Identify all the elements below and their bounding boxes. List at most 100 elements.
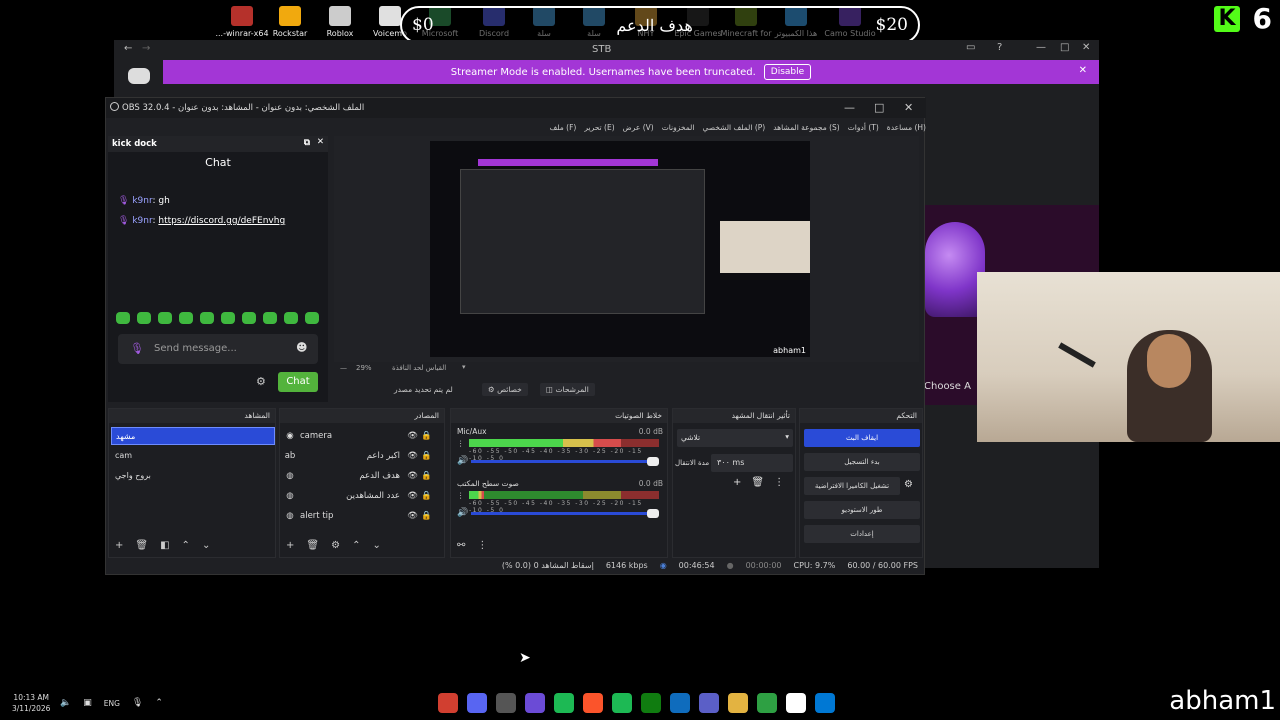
disable-streamer-mode-button[interactable]: Disable — [763, 64, 812, 80]
trash-icon[interactable]: 🗑 — [306, 540, 319, 554]
eye-icon[interactable]: 👁 — [407, 431, 418, 441]
emote-icon[interactable] — [263, 312, 277, 324]
start-recording-button[interactable]: بدء التسجيل — [804, 453, 920, 471]
start-virtual-camera-button[interactable]: تشغيل الكاميرا الافتراضية — [804, 477, 900, 495]
language-indicator[interactable]: ENG — [104, 698, 120, 708]
scene-item[interactable]: بروح واجي — [111, 467, 275, 485]
desktop-icon[interactable]: Roblox — [312, 6, 368, 38]
lock-icon[interactable]: 🔒 — [421, 491, 432, 501]
emote-icon[interactable] — [158, 312, 172, 324]
emote-icon[interactable] — [137, 312, 151, 324]
duration-stepper[interactable]: ٣٠٠ ms — [711, 454, 793, 472]
add-icon[interactable]: + — [733, 477, 741, 488]
discord-home-icon[interactable] — [128, 68, 150, 84]
studio-mode-button[interactable]: طور الاستوديو — [804, 501, 920, 519]
taskbar-app-icon[interactable] — [583, 693, 603, 713]
taskbar-app-icon[interactable] — [815, 693, 835, 713]
taskbar-app-icon[interactable] — [728, 693, 748, 713]
dock-close-icon[interactable]: ✕ — [317, 137, 324, 147]
taskbar-app-icon[interactable] — [438, 693, 458, 713]
lock-icon[interactable]: 🔒 — [421, 431, 432, 441]
taskbar-app-icon[interactable] — [525, 693, 545, 713]
network-icon[interactable]: ▣ — [83, 698, 92, 708]
transition-select[interactable]: تلاشي ▾ — [677, 429, 793, 447]
lock-icon[interactable]: 🔒 — [421, 451, 432, 461]
channel-menu-icon[interactable]: ⋮ — [457, 439, 465, 448]
settings-button[interactable]: إعدادات — [804, 525, 920, 543]
volume-slider-knob[interactable] — [647, 457, 659, 466]
move-down-icon[interactable]: ⌄ — [202, 540, 210, 554]
emote-icon[interactable] — [242, 312, 256, 324]
obs-maximize-icon[interactable]: □ — [874, 101, 884, 114]
chat-send-button[interactable]: Chat — [278, 372, 318, 392]
eye-icon[interactable]: 👁 — [407, 511, 418, 521]
emote-icon[interactable] — [179, 312, 193, 324]
taskbar-app-icon[interactable] — [757, 693, 777, 713]
link-icon[interactable]: ⚯ — [457, 540, 465, 554]
eye-icon[interactable]: 👁 — [407, 491, 418, 501]
volume-slider[interactable] — [471, 509, 659, 518]
back-arrow-icon[interactable]: ← — [124, 43, 132, 54]
taskbar-app-icon[interactable] — [612, 693, 632, 713]
lock-icon[interactable]: 🔒 — [421, 471, 432, 481]
chat-settings-gear-icon[interactable]: ⚙ — [256, 375, 266, 388]
menu-item[interactable]: مساعدة (H) — [887, 123, 926, 132]
add-icon[interactable]: + — [286, 540, 294, 554]
source-item[interactable]: ◍ عدد المشاهدين 👁 🔒 — [284, 487, 440, 505]
emoji-icon[interactable]: ☻ — [296, 341, 307, 354]
taskbar-app-icon[interactable] — [496, 693, 516, 713]
zoom-out-icon[interactable]: — — [340, 364, 347, 372]
speaker-icon[interactable]: 🔊 — [457, 456, 468, 466]
emote-icon[interactable] — [200, 312, 214, 324]
taskbar-app-icon[interactable] — [467, 693, 487, 713]
scene-item[interactable]: cam — [111, 447, 275, 465]
lock-icon[interactable]: 🔒 — [421, 511, 432, 521]
taskbar-app-icon[interactable] — [786, 693, 806, 713]
taskbar-app-icon[interactable] — [670, 693, 690, 713]
microphone-icon[interactable]: 🎙 — [132, 698, 143, 708]
choose-activity-label[interactable]: Choose A — [924, 381, 971, 392]
emote-icon[interactable] — [305, 312, 319, 324]
move-up-icon[interactable]: ⌃ — [352, 540, 360, 554]
trash-icon[interactable]: 🗑 — [751, 477, 764, 488]
minimize-icon[interactable]: — — [1036, 42, 1046, 53]
mic-icon[interactable]: 🎙 — [130, 342, 144, 355]
help-icon[interactable]: ? — [997, 42, 1002, 53]
chat-username[interactable]: k9nr — [132, 196, 152, 206]
volume-icon[interactable]: 🔈 — [60, 698, 71, 708]
obs-minimize-icon[interactable]: — — [844, 101, 855, 114]
obs-preview[interactable]: abham1 — [334, 136, 919, 362]
source-item[interactable]: ◉ camera 👁 🔒 — [284, 427, 440, 445]
chat-username[interactable]: k9nr — [132, 216, 152, 226]
send-message-input[interactable]: Send message... — [118, 334, 318, 364]
source-item[interactable]: ab اكبر داعم 👁 🔒 — [284, 447, 440, 465]
virtual-camera-gear-icon[interactable]: ⚙ — [904, 479, 913, 490]
banner-close-icon[interactable]: ✕ — [1079, 65, 1087, 76]
trash-icon[interactable]: 🗑 — [135, 540, 148, 554]
speaker-icon[interactable]: 🔊 — [457, 508, 468, 518]
menu-item[interactable]: عرض (V) — [623, 123, 654, 132]
add-icon[interactable]: + — [115, 540, 123, 554]
channel-menu-icon[interactable]: ⋮ — [457, 491, 465, 500]
taskbar-app-icon[interactable] — [699, 693, 719, 713]
move-down-icon[interactable]: ⌄ — [372, 540, 380, 554]
obs-close-icon[interactable]: ✕ — [904, 101, 913, 114]
dock-float-icon[interactable]: ⧉ — [304, 138, 310, 148]
menu-item[interactable]: أدوات (T) — [848, 123, 879, 132]
close-icon[interactable]: ✕ — [1082, 42, 1090, 53]
taskbar-app-icon[interactable] — [641, 693, 661, 713]
maximize-icon[interactable]: □ — [1060, 42, 1069, 53]
desktop-icon[interactable]: Rockstar — [262, 6, 318, 38]
taskbar-app-icon[interactable] — [554, 693, 574, 713]
emote-icon[interactable] — [116, 312, 130, 324]
forward-arrow-icon[interactable]: → — [142, 43, 150, 54]
stop-streaming-button[interactable]: ايقاف البث — [804, 429, 920, 447]
source-item[interactable]: ◍ alert tip 👁 🔒 — [284, 507, 440, 525]
volume-slider[interactable] — [471, 457, 659, 466]
show-hidden-icons-chevron-icon[interactable]: ⌃ — [155, 698, 163, 708]
inbox-icon[interactable]: ▭ — [966, 42, 975, 53]
menu-item[interactable]: تحرير (E) — [584, 123, 614, 132]
source-item[interactable]: ◍ هدف الدعم 👁 🔒 — [284, 467, 440, 485]
scale-mode[interactable]: القياس لحد النافذة — [392, 364, 446, 372]
menu-item[interactable]: مجموعة المشاهد (S) — [773, 123, 840, 132]
